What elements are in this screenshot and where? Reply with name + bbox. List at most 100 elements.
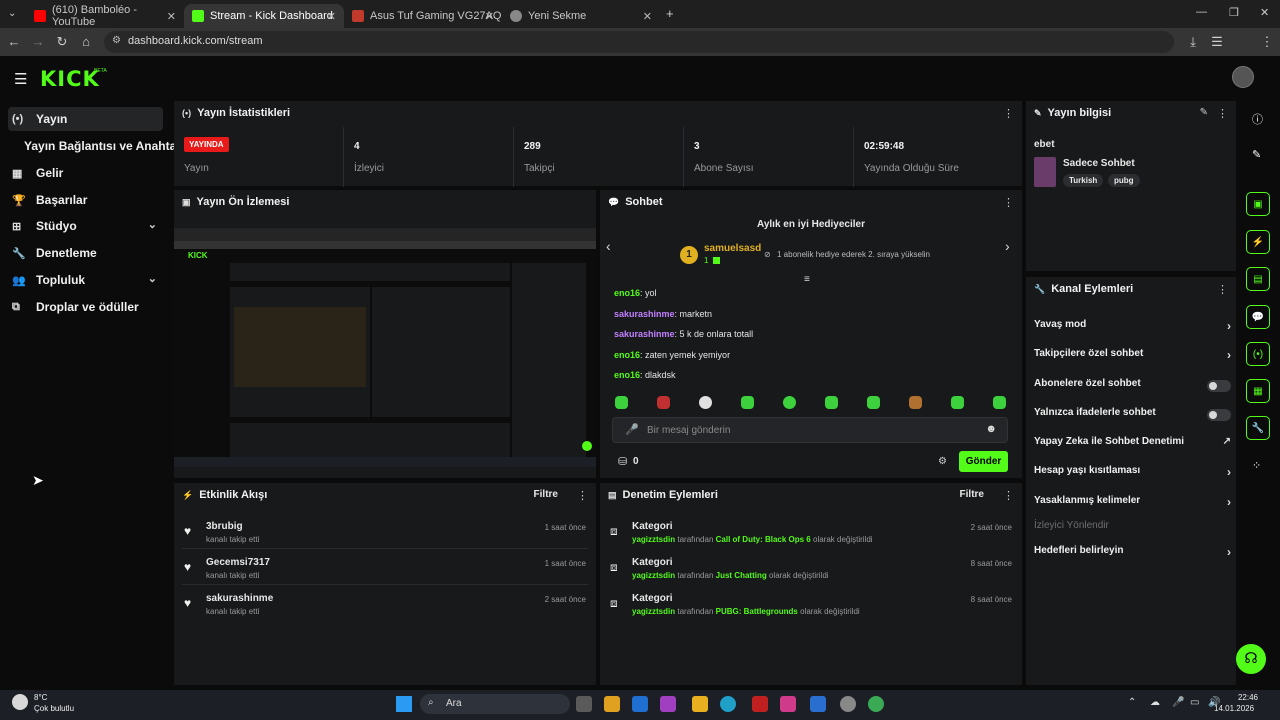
task-view-icon[interactable] (576, 696, 592, 712)
tray-chevron-icon[interactable]: ⌃ (1128, 697, 1136, 708)
steam-icon[interactable] (840, 696, 856, 712)
app-icon[interactable] (660, 696, 676, 712)
back-icon[interactable]: ← (6, 34, 22, 49)
sidebar-item-topluluk[interactable]: 👥 Topluluk ⌄ (8, 268, 163, 292)
emote-icon[interactable] (615, 396, 628, 409)
rail-actions-button[interactable]: 🔧 (1246, 416, 1270, 440)
sidebar-item-studyo[interactable]: ⊞ Stüdyo ⌄ (8, 214, 163, 238)
action-ai-moderation[interactable]: Yapay Zeka ile Sohbet Denetimi ↗ (1034, 436, 1231, 456)
more-options-icon[interactable]: ⋮ (1003, 196, 1014, 209)
download-icon[interactable]: ⤓ (1185, 34, 1201, 50)
filter-button[interactable]: Filtre (960, 489, 984, 500)
chevron-down-icon[interactable]: ⌄ (148, 218, 157, 231)
filter-button[interactable]: Filtre (534, 489, 558, 500)
edit-icon[interactable]: ✎ (1252, 148, 1261, 161)
chrome-icon[interactable] (868, 696, 884, 712)
tab-youtube[interactable]: (610) Bamboléo - YouTube ✕ (26, 4, 184, 28)
emote-icon[interactable] (909, 396, 922, 409)
tag[interactable]: Turkish (1063, 174, 1104, 187)
hamburger-menu-icon[interactable]: ☰ (14, 70, 27, 88)
close-tab-icon[interactable]: ✕ (327, 10, 336, 23)
close-tab-icon[interactable]: ✕ (167, 10, 176, 23)
chevron-down-icon[interactable]: ⌄ (148, 272, 157, 285)
kick-logo[interactable]: KICK (40, 67, 100, 91)
browser-menu-icon[interactable]: ⋮ (1259, 34, 1275, 50)
weather-icon[interactable] (12, 694, 28, 710)
store-icon[interactable] (604, 696, 620, 712)
action-followers-only[interactable]: Takipçilere özel sohbet › (1034, 348, 1231, 368)
emote-icon[interactable] (657, 396, 670, 409)
emote-icon[interactable] (783, 396, 796, 409)
channel-points-icon[interactable]: ⛁ (618, 455, 627, 468)
sidebar-item-denetleme[interactable]: 🔧 Denetleme (8, 241, 97, 265)
emote-icon[interactable] (867, 396, 880, 409)
site-info-icon[interactable]: ⚙ (112, 35, 121, 46)
chevron-left-icon[interactable]: ‹ (606, 238, 611, 254)
edit-icon[interactable]: ✎ (1200, 107, 1208, 118)
more-options-icon[interactable]: ⋮ (1217, 107, 1228, 120)
windows-start-icon[interactable] (396, 696, 412, 712)
emote-icon[interactable] (741, 396, 754, 409)
emotes-only-toggle[interactable] (1207, 409, 1231, 421)
rail-stats-button[interactable]: (•) (1246, 342, 1270, 366)
tab-kick-dashboard[interactable]: Stream - Kick Dashboard ✕ (184, 4, 344, 28)
rail-chat-button[interactable]: 💬 (1246, 305, 1270, 329)
new-tab-icon[interactable]: + (666, 6, 674, 21)
taskbar-search[interactable]: ⌕ Ara (420, 694, 570, 714)
emote-icon[interactable] (699, 396, 712, 409)
microphone-icon[interactable]: 🎤 (625, 423, 639, 436)
chevron-right-icon[interactable]: › (1227, 465, 1231, 479)
more-options-icon[interactable]: ⋮ (1217, 283, 1228, 296)
microphone-icon[interactable]: 🎤 (1172, 697, 1184, 708)
chevron-right-icon[interactable]: › (1005, 238, 1010, 254)
emote-icon[interactable] (993, 396, 1006, 409)
tab-list-icon[interactable]: ⌄ (8, 8, 16, 19)
app-icon[interactable] (810, 696, 826, 712)
subscribers-only-toggle[interactable] (1207, 380, 1231, 392)
reload-icon[interactable]: ↻ (54, 34, 70, 50)
action-slow-mode[interactable]: Yavaş mod › (1034, 319, 1231, 339)
support-icon[interactable]: ☊ (1236, 644, 1266, 674)
minimize-icon[interactable]: — (1196, 6, 1207, 18)
sidebar-item-gelir[interactable]: ▦ Gelir (8, 161, 63, 185)
action-emotes-only[interactable]: Yalnızca ifadelerle sohbet (1034, 407, 1231, 427)
sidebar-item-basarilar[interactable]: 🏆 Başarılar (8, 188, 87, 212)
clock-time[interactable]: 22:46 (1228, 693, 1258, 702)
info-icon[interactable]: ⓘ (1252, 111, 1263, 127)
rail-preview-button[interactable]: ▣ (1246, 192, 1270, 216)
more-options-icon[interactable]: ⋮ (577, 489, 588, 502)
outlook-icon[interactable] (632, 696, 648, 712)
close-tab-icon[interactable]: ✕ (643, 10, 652, 23)
chevron-right-icon[interactable]: › (1227, 495, 1231, 509)
pinned-collapse-icon[interactable]: ≡ (804, 274, 810, 285)
external-link-icon[interactable]: ↗ (1223, 436, 1231, 447)
sidebar-item-droplar[interactable]: ⧉ Droplar ve ödüller (8, 295, 139, 319)
rail-info-button[interactable]: ▦ (1246, 379, 1270, 403)
chat-input[interactable]: 🎤 Bir mesaj gönderin ☻ (612, 417, 1008, 443)
more-options-icon[interactable]: ⋮ (1003, 489, 1014, 502)
clock-date[interactable]: 14.01.2026 (1214, 704, 1254, 713)
emote-icon[interactable] (825, 396, 838, 409)
rail-activity-button[interactable]: ⚡ (1246, 230, 1270, 254)
layout-icon[interactable]: ⁘ (1252, 459, 1261, 472)
sidebar-item-yayin[interactable]: (•) Yayın (8, 107, 163, 131)
chevron-right-icon[interactable]: › (1227, 545, 1231, 559)
network-icon[interactable]: ☁ (1150, 697, 1160, 708)
address-bar[interactable]: ⚙ dashboard.kick.com/stream (104, 31, 1174, 53)
display-icon[interactable]: ▭ (1190, 697, 1199, 708)
emote-icon[interactable] (951, 396, 964, 409)
action-subscribers-only[interactable]: Abonelere özel sohbet (1034, 378, 1231, 398)
tag[interactable]: pubg (1108, 174, 1140, 187)
user-avatar[interactable] (1232, 66, 1254, 88)
file-explorer-icon[interactable] (692, 696, 708, 712)
edge-icon[interactable] (720, 696, 736, 712)
chevron-right-icon[interactable]: › (1227, 319, 1231, 333)
chat-settings-icon[interactable]: ⚙ (938, 456, 947, 467)
close-window-icon[interactable]: ✕ (1260, 6, 1269, 19)
emoji-icon[interactable]: ☻ (985, 423, 997, 435)
instagram-icon[interactable] (780, 696, 796, 712)
reading-list-icon[interactable]: ☰ (1209, 34, 1225, 50)
action-set-goals[interactable]: Hedefleri belirleyin › (1034, 545, 1231, 565)
tab-asus[interactable]: Asus Tuf Gaming VG27AQM5A ✕ (344, 4, 502, 28)
more-options-icon[interactable]: ⋮ (1003, 107, 1014, 120)
